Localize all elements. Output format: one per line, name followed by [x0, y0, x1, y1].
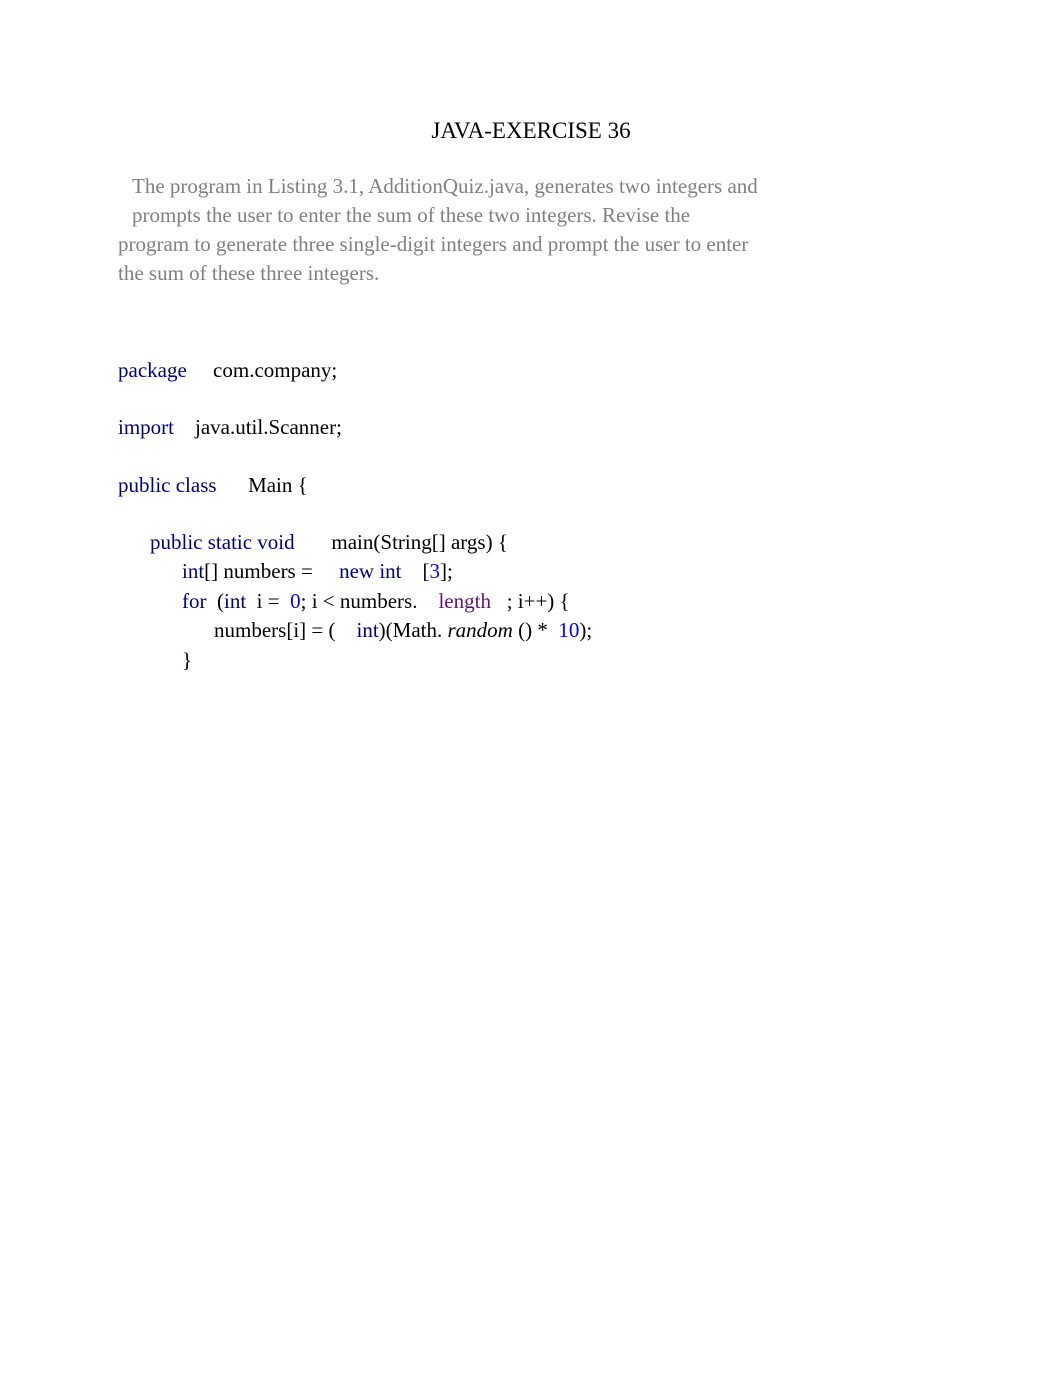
random-method: random: [447, 618, 512, 642]
array-end: ];: [440, 559, 453, 583]
paren: (: [217, 589, 224, 613]
assignment: numbers[i] = (: [214, 618, 335, 642]
code-line-array-decl: int[] numbers = new int [3];: [118, 557, 944, 586]
method-signature: main(String[] args) {: [331, 530, 508, 554]
document-page: JAVA-EXERCISE 36 The program in Listing …: [0, 0, 1062, 675]
blank-line: [118, 385, 944, 413]
for-condition: ; i < numbers.: [301, 589, 418, 613]
page-title: JAVA-EXERCISE 36: [118, 118, 944, 144]
description-line: the sum of these three integers.: [118, 259, 944, 288]
class-name: Main {: [248, 473, 308, 497]
math-call: )(Math.: [379, 618, 443, 642]
code-line-class: public class Main {: [118, 471, 944, 500]
description-line: prompts the user to enter the sum of the…: [118, 201, 944, 230]
code-line-close-brace: }: [118, 646, 944, 675]
keyword-for: for: [182, 589, 212, 613]
keyword-package: package: [118, 358, 192, 382]
field-length: length: [438, 589, 491, 613]
import-name: java.util.Scanner;: [195, 415, 342, 439]
for-increment: ; i++) {: [507, 589, 570, 613]
statement-end: );: [579, 618, 592, 642]
close-brace: }: [182, 648, 192, 672]
code-line-package: package com.company;: [118, 356, 944, 385]
number-literal: 3: [429, 559, 440, 583]
package-name: com.company;: [213, 358, 337, 382]
array-declaration: [] numbers =: [204, 559, 318, 583]
description-line: The program in Listing 3.1, AdditionQuiz…: [118, 172, 944, 201]
code-line-method: public static void main(String[] args) {: [118, 528, 944, 557]
code-line-import: import java.util.Scanner;: [118, 413, 944, 442]
code-line-body: numbers[i] = ( int)(Math. random () * 10…: [118, 616, 944, 645]
number-literal: 0: [290, 589, 301, 613]
description-line: program to generate three single-digit i…: [118, 230, 944, 259]
code-block: package com.company; import java.util.Sc…: [118, 356, 944, 675]
keyword-import: import: [118, 415, 179, 439]
blank-line: [118, 443, 944, 471]
keyword-int-cast: int: [356, 618, 378, 642]
keyword-new-int: new int: [339, 559, 401, 583]
code-line-for: for (int i = 0; i < numbers. length ; i+…: [118, 587, 944, 616]
keyword-int: int: [182, 559, 204, 583]
keyword-public-class: public class: [118, 473, 222, 497]
paren-star: () *: [518, 618, 553, 642]
exercise-description: The program in Listing 3.1, AdditionQuiz…: [118, 172, 944, 288]
blank-line: [118, 500, 944, 528]
keyword-method: public static void: [150, 530, 300, 554]
for-variable: i =: [251, 589, 284, 613]
keyword-int: int: [224, 589, 246, 613]
number-literal: 10: [558, 618, 579, 642]
